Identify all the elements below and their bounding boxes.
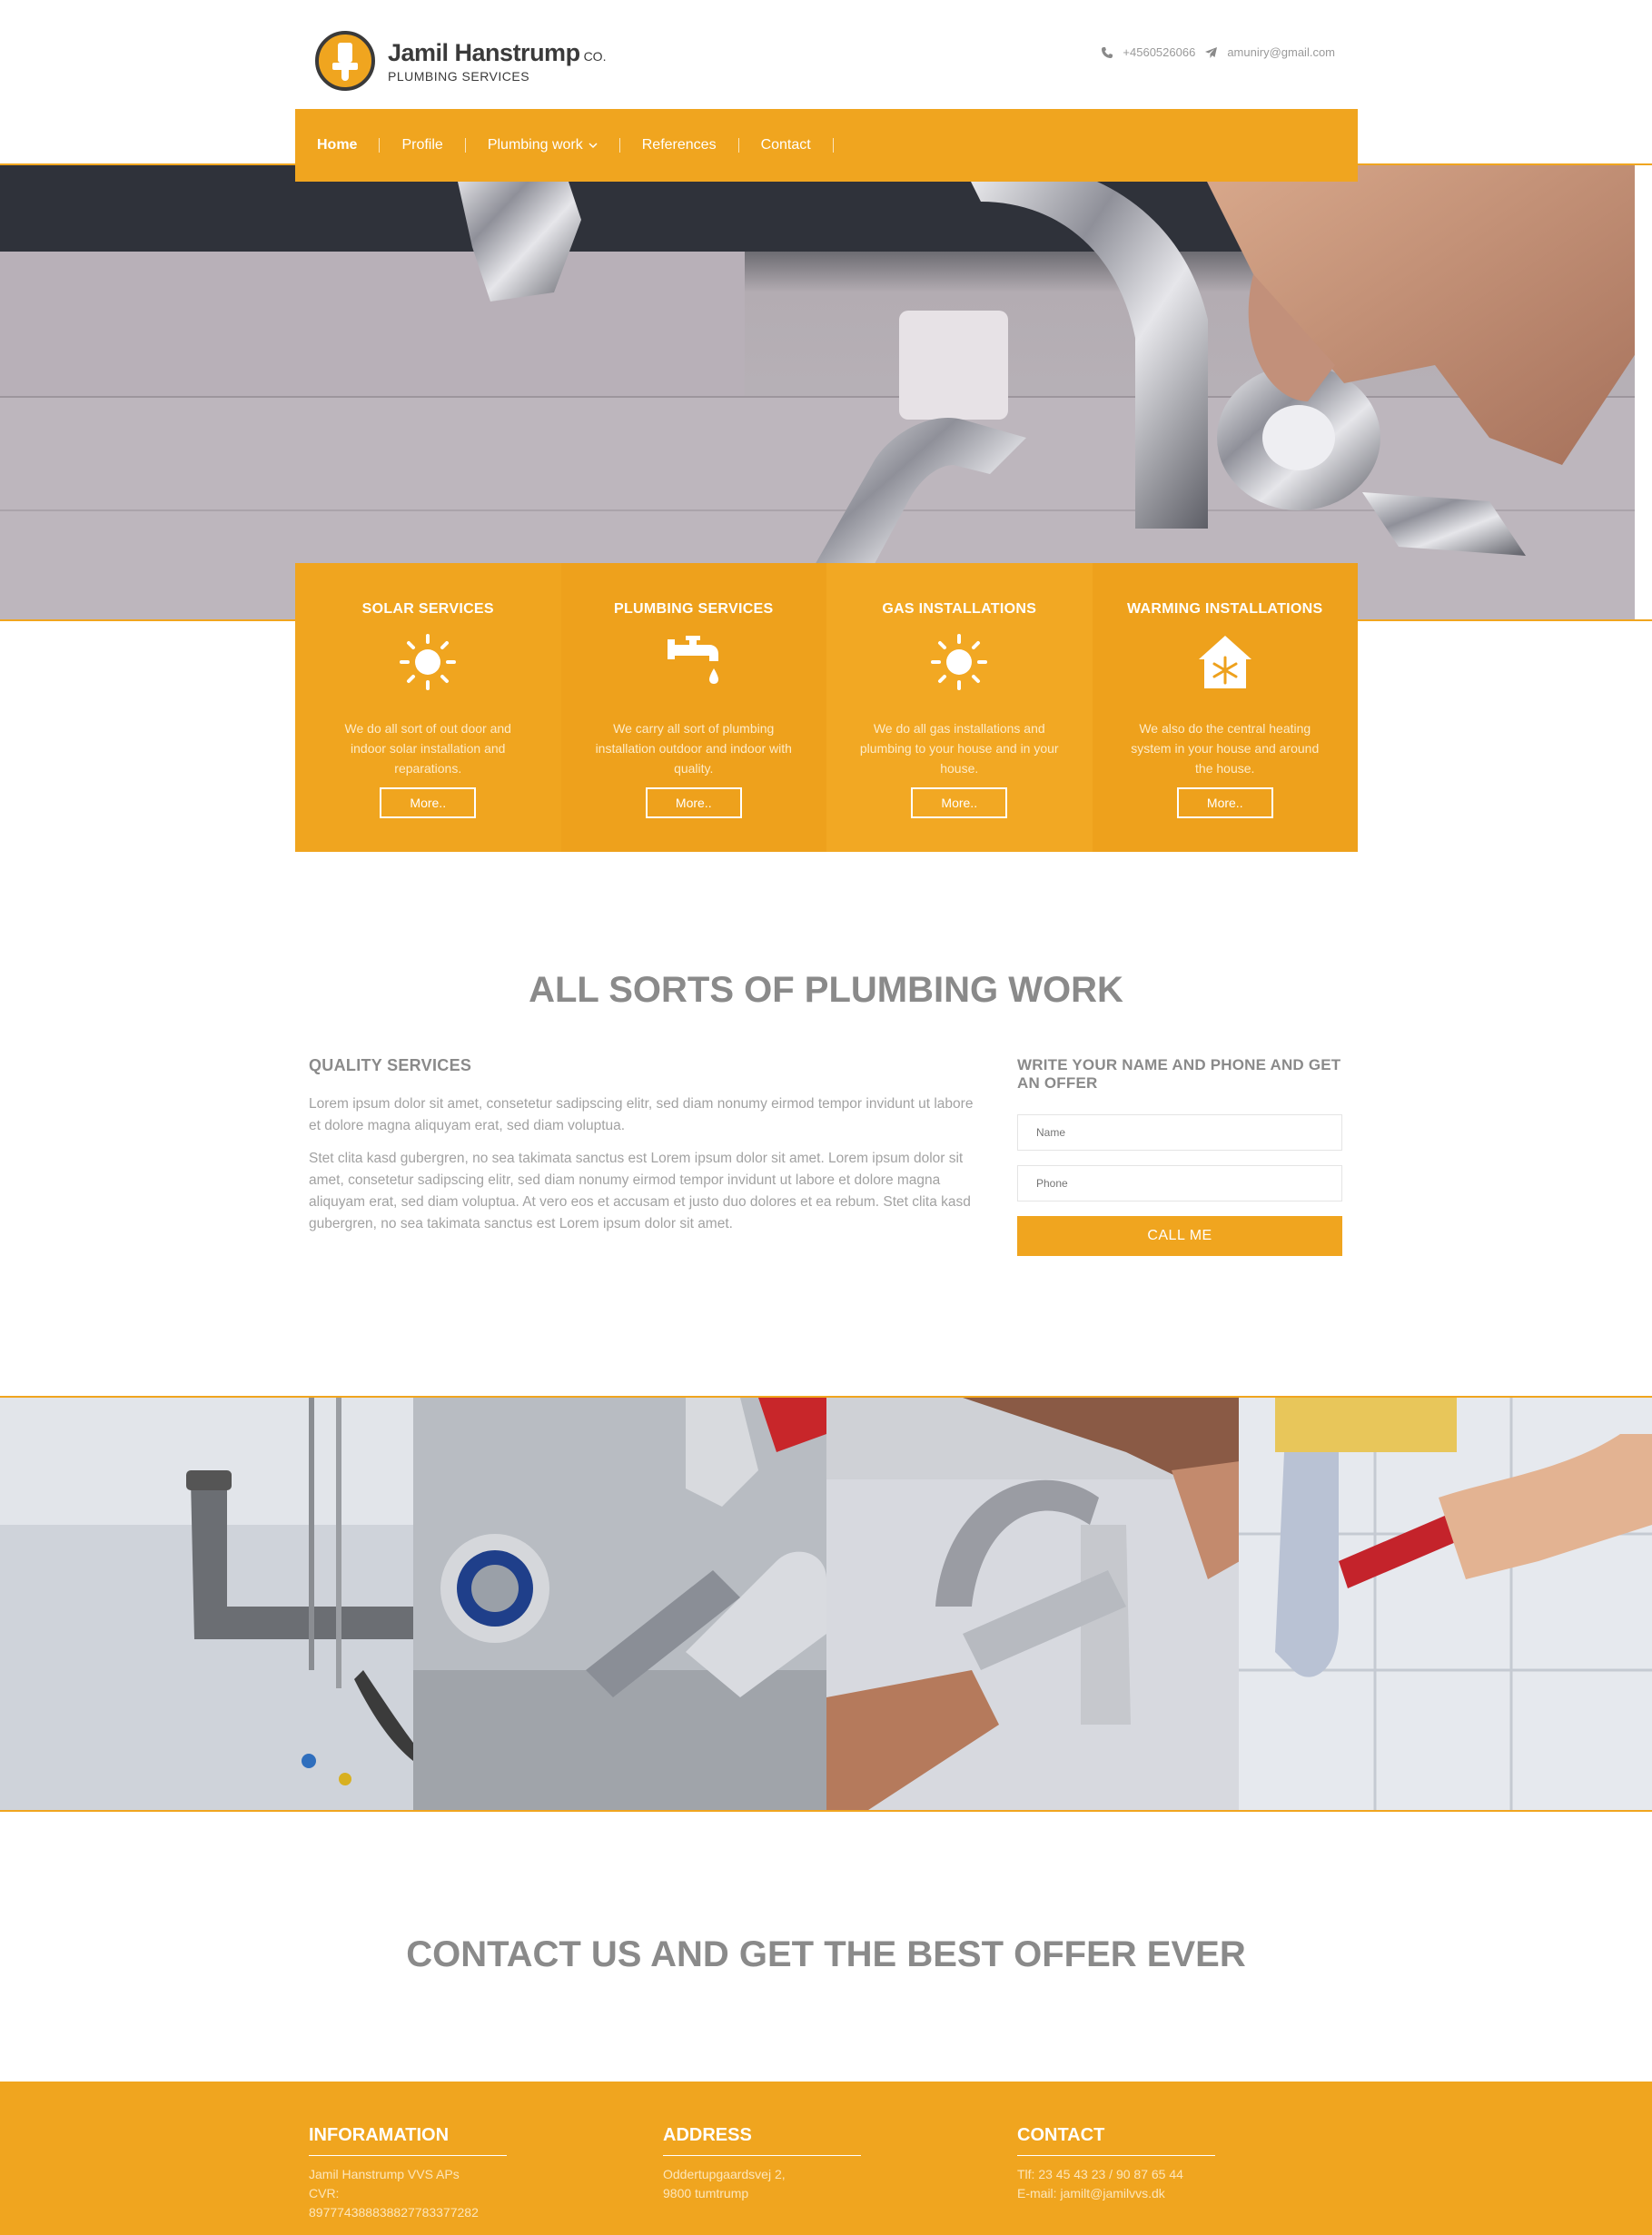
service-text: We do all gas installations and plumbing… [859,721,1059,776]
footer-contact-phone[interactable]: Tlf: 23 45 43 23 / 90 87 65 44 [1017,2165,1215,2184]
nav-plumbing-work[interactable]: Plumbing work [466,138,620,153]
brand-suffix: CO. [583,48,607,64]
offer-heading: WRITE YOUR NAME AND PHONE AND GET AN OFF… [1017,1056,1341,1092]
gallery-image-faucet-repair [826,1398,1240,1810]
photo-gallery [0,1396,1652,1812]
nav-profile[interactable]: Profile [380,138,466,153]
footer-address: ADDRESS Oddertupgaardsvej 2, 9800 tumtru… [663,2125,861,2203]
service-card-solar: SOLAR SERVICES We do all sort of out doo… [295,563,561,852]
services-row: SOLAR SERVICES We do all sort of out doo… [295,563,1358,852]
site-footer: INFORAMATION Jamil Hanstrump VVS APs CVR… [0,2082,1652,2235]
hero-image [0,163,1652,621]
footer-address-heading: ADDRESS [663,2125,861,2156]
quality-heading: QUALITY SERVICES [309,1056,472,1074]
service-text: We also do the central heating system in… [1131,721,1320,776]
nav-references[interactable]: References [620,138,739,153]
footer-info-line2: CVR: 897774388838827783377282 [309,2186,479,2220]
phone-icon [1102,46,1113,58]
footer-info: INFORAMATION Jamil Hanstrump VVS APs CVR… [309,2125,507,2222]
footer-info-line1: Jamil Hanstrump VVS APs [309,2167,460,2181]
footer-contact: CONTACT Tlf: 23 45 43 23 / 90 87 65 44 E… [1017,2125,1215,2203]
gallery-image-wrench [1239,1398,1652,1810]
quality-paragraph-1: Lorem ipsum dolor sit amet, consetetur s… [309,1096,974,1133]
footer-contact-email[interactable]: E-mail: jamilt@jamilvvs.dk [1017,2184,1215,2203]
chevron-down-icon [589,143,598,149]
top-contact: +4560526066 amuniry@gmail.com [1101,45,1335,59]
sun-icon [400,634,457,690]
more-button-warming[interactable]: More.. [1176,787,1273,818]
gallery-image-pipes [0,1398,413,1810]
footer-address-line2: 9800 tumtrump [663,2186,749,2200]
call-me-button[interactable]: CALL ME [1017,1216,1342,1256]
service-card-plumbing: PLUMBING SERVICES We carry all sort of p… [560,563,826,852]
more-button-gas[interactable]: More.. [911,787,1008,818]
main-nav: Home Profile Plumbing work References Co… [295,109,1358,182]
service-title: PLUMBING SERVICES [614,601,774,617]
quality-paragraph-2: Stet clita kasd gubergren, no sea takima… [309,1151,971,1231]
service-text: We carry all sort of plumbing installati… [595,721,792,776]
footer-address-line1: Oddertupgaardsvej 2, [663,2167,786,2181]
service-card-gas: GAS INSTALLATIONS We do all gas installa… [826,563,1093,852]
footer-contact-heading: CONTACT [1017,2125,1215,2156]
site-header: Jamil Hanstrump CO. PLUMBING SERVICES +45… [295,0,1358,109]
sun-icon [931,634,988,690]
nav-contact[interactable]: Contact [739,138,834,153]
paper-plane-icon [1205,46,1218,58]
more-button-solar[interactable]: More.. [380,787,477,818]
service-text: We do all sort of out door and indoor so… [344,721,511,776]
offer-form: WRITE YOUR NAME AND PHONE AND GET AN OFF… [1017,1056,1342,1256]
section-title: ALL SORTS OF PLUMBING WORK [529,970,1123,1010]
brand-subtitle: PLUMBING SERVICES [388,68,530,84]
gallery-image-tools [412,1398,826,1810]
faucet-icon [667,636,718,684]
phone-input[interactable] [1017,1165,1342,1202]
footer-info-heading: INFORAMATION [309,2125,507,2156]
quality-services: QUALITY SERVICES Lorem ipsum dolor sit a… [309,1056,981,1235]
house-snowflake-icon [1198,636,1251,688]
service-title: WARMING INSTALLATIONS [1127,601,1323,617]
cta-title: CONTACT US AND GET THE BEST OFFER EVER [406,1934,1246,1974]
service-title: GAS INSTALLATIONS [882,601,1037,617]
service-title: SOLAR SERVICES [361,601,494,617]
service-card-warming: WARMING INSTALLATIONS We also do the cen… [1092,563,1358,852]
top-phone[interactable]: +4560526066 [1123,45,1195,59]
name-input[interactable] [1017,1114,1342,1151]
plunger-icon [315,31,375,91]
logo[interactable]: Jamil Hanstrump CO. PLUMBING SERVICES [315,31,606,91]
more-button-plumbing[interactable]: More.. [645,787,742,818]
brand-name: Jamil Hanstrump [388,38,580,66]
nav-home[interactable]: Home [317,138,381,153]
top-email[interactable]: amuniry@gmail.com [1227,45,1335,59]
